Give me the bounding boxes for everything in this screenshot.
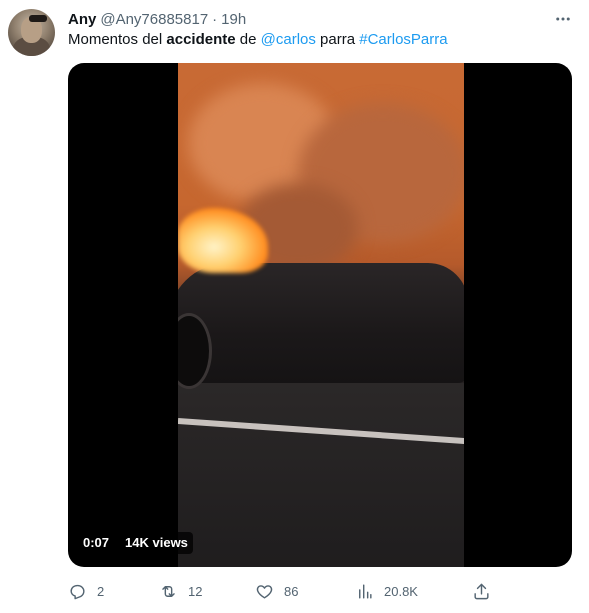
tweet-text-part: parra [315,31,360,48]
tweet-actions: 2 12 86 20.8K [68,579,572,603]
reply-icon [68,582,87,601]
timestamp[interactable]: 19h [221,11,246,28]
road [178,383,464,567]
retweet-button[interactable]: 12 [159,579,202,603]
more-icon[interactable] [553,9,573,29]
like-button[interactable]: 86 [255,579,298,603]
reply-count: 2 [97,583,105,599]
heart-icon [255,582,274,601]
retweet-icon [159,582,178,601]
tweet[interactable]: Any @Any76885817 · 19h Momentos del acci… [0,0,589,613]
video-player[interactable]: 0:07 14K views [68,63,572,567]
separator: · [212,10,218,28]
avatar-sunglasses [29,15,47,22]
author-name[interactable]: Any [68,11,96,28]
tweet-text-part: Momentos del [68,31,167,48]
tweet-text: Momentos del accidente de @carlos parra … [68,30,448,50]
video-overlay: 0:07 14K views [78,532,193,554]
mention-link[interactable]: @carlos [261,31,316,48]
video-views: 14K views [120,532,193,554]
views-icon [355,582,374,601]
tweet-text-part: de [235,31,261,48]
share-icon [472,582,491,601]
tweet-text-bold: accidente [166,31,236,48]
avatar[interactable] [8,9,55,56]
author-handle[interactable]: @Any76885817 [100,11,208,28]
tweet-header: Any @Any76885817 · 19h [68,9,246,29]
views-count: 20.8K [384,583,418,599]
like-count: 86 [284,583,299,599]
video-duration: 0:07 [78,532,115,554]
hashtag-link[interactable]: #CarlosParra [359,31,447,48]
burning-car [178,263,464,383]
retweet-count: 12 [188,583,203,599]
views-button[interactable]: 20.8K [355,579,418,603]
reply-button[interactable]: 2 [68,579,104,603]
video-frame[interactable] [178,63,464,567]
share-button[interactable] [472,579,491,603]
